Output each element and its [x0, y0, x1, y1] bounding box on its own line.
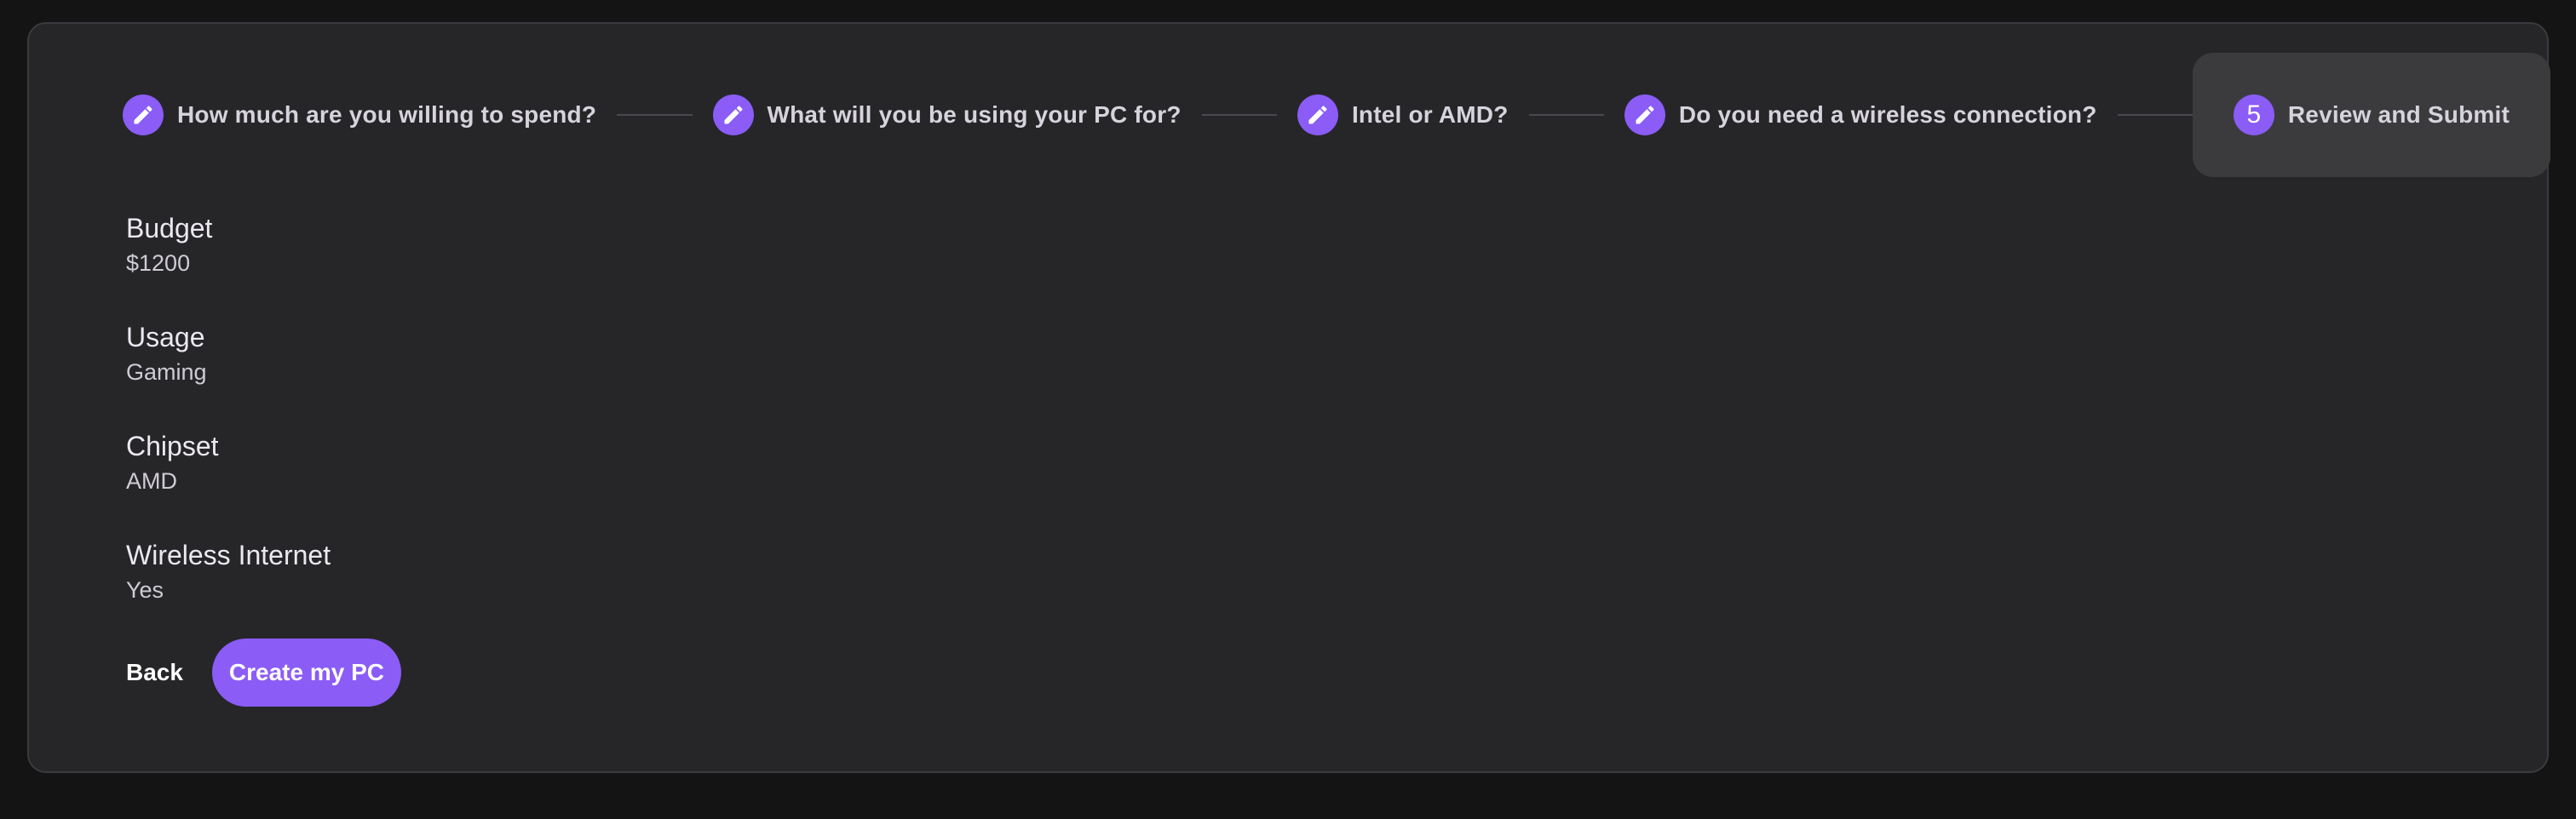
step-budget[interactable]: How much are you willing to spend? — [97, 53, 617, 177]
field-title: Wireless Internet — [126, 540, 331, 570]
summary-wireless: Wireless Internet Yes — [126, 536, 331, 645]
summary-usage: Usage Gaming — [126, 318, 331, 427]
field-title: Budget — [126, 213, 213, 243]
step-connector — [2117, 114, 2193, 116]
wizard-actions: Back Create my PC — [126, 639, 401, 707]
step-review-submit[interactable]: 5 Review and Submit — [2192, 53, 2550, 177]
summary-chipset: Chipset AMD — [126, 427, 331, 536]
step-label: Do you need a wireless connection? — [1678, 101, 2097, 128]
pencil-icon — [712, 94, 754, 135]
summary-budget: Budget $1200 — [126, 209, 331, 318]
step-connector — [617, 114, 693, 116]
stepper: How much are you willing to spend? What … — [97, 53, 2550, 177]
wizard-card: How much are you willing to spend? What … — [27, 22, 2550, 773]
step-label: How much are you willing to spend? — [177, 101, 597, 128]
step-chipset[interactable]: Intel or AMD? — [1277, 53, 1529, 177]
step-label: What will you be using your PC for? — [767, 101, 1182, 128]
step-label: Review and Submit — [2287, 101, 2510, 128]
field-value: $1200 — [126, 250, 191, 276]
step-connector — [1201, 114, 1277, 116]
step-number: 5 — [2246, 100, 2262, 129]
step-wireless[interactable]: Do you need a wireless connection? — [1604, 53, 2118, 177]
pencil-icon — [123, 94, 164, 135]
field-value: AMD — [126, 468, 177, 494]
create-pc-button[interactable]: Create my PC — [211, 639, 401, 707]
field-value: Yes — [126, 577, 164, 603]
pencil-icon — [1297, 94, 1338, 135]
step-label: Intel or AMD? — [1351, 101, 1509, 128]
field-title: Chipset — [126, 431, 219, 461]
step-usage[interactable]: What will you be using your PC for? — [693, 53, 1202, 177]
step-connector — [1528, 114, 1604, 116]
pencil-icon — [1624, 94, 1665, 135]
back-button[interactable]: Back — [126, 639, 198, 707]
step-number-badge: 5 — [2233, 94, 2274, 135]
review-summary: Budget $1200 Usage Gaming Chipset AMD Wi… — [126, 209, 331, 645]
field-value: Gaming — [126, 359, 207, 385]
field-title: Usage — [126, 322, 205, 352]
